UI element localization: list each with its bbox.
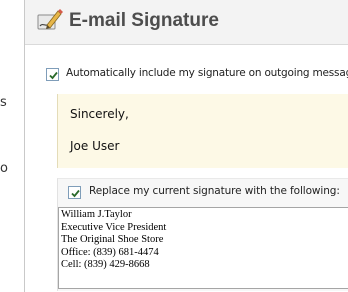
textarea-line: Cell: (839) 429-8668: [61, 259, 150, 271]
auto-include-label: Automatically include my signature on ou…: [66, 67, 348, 79]
textarea-line: Executive Vice President: [61, 221, 167, 233]
page-title: E-mail Signature: [69, 10, 219, 31]
auto-include-checkbox[interactable]: [46, 68, 59, 81]
check-mark-icon: [71, 189, 80, 198]
textarea-line: The Original Shoe Store: [61, 234, 164, 246]
pen-writing-icon: [35, 6, 63, 34]
signature-textarea[interactable]: William J.Taylor Executive Vice Presiden…: [58, 207, 348, 289]
cut-text-fragment: o: [0, 161, 8, 176]
replace-signature-checkbox[interactable]: [68, 186, 81, 199]
textarea-line: Office: (839) 681-4474: [61, 246, 159, 258]
signature-preview: Sincerely, Joe User: [57, 94, 348, 168]
preview-line: Sincerely,: [70, 107, 129, 121]
cut-text-fragment: s: [0, 95, 7, 110]
email-signature-panel: E-mail Signature Automatically include m…: [24, 0, 348, 292]
check-mark-icon: [49, 71, 58, 80]
replace-signature-label: Replace my current signature with the fo…: [89, 185, 340, 197]
preview-line: Joe User: [70, 139, 120, 153]
textarea-line: William J.Taylor: [61, 209, 132, 220]
replace-signature-section: Replace my current signature with the fo…: [57, 178, 348, 291]
background-window-strip: s o: [0, 0, 24, 292]
panel-header: E-mail Signature: [25, 0, 348, 45]
